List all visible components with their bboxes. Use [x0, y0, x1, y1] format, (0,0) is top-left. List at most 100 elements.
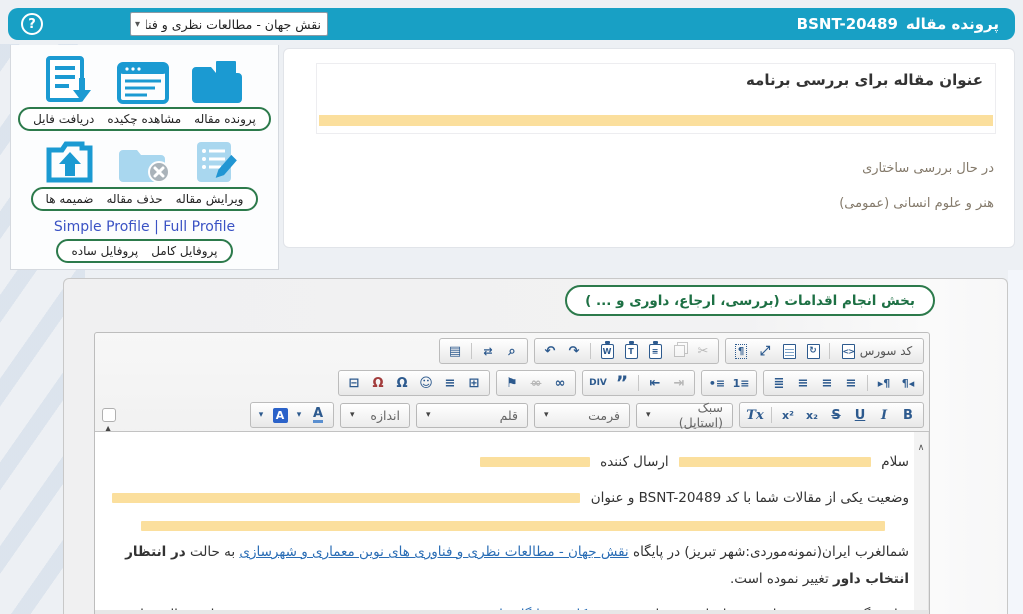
- delete-article-icon[interactable]: [117, 140, 171, 184]
- underline-button[interactable]: U: [849, 405, 871, 425]
- format-dropdown[interactable]: فرمت ▾: [534, 403, 630, 428]
- align-left-button[interactable]: ≡: [840, 373, 862, 393]
- article-title-box: عنوان مقاله برای بررسی برنامه: [316, 63, 996, 134]
- bold-button[interactable]: B: [897, 405, 919, 425]
- action-download-file-label[interactable]: دریافت فایل: [33, 112, 94, 126]
- full-profile-fa-label[interactable]: پروفایل کامل: [151, 244, 217, 258]
- smiley-button[interactable]: ☺: [415, 373, 437, 393]
- login-link[interactable]: به بخش کاربری پایگاه وارد شده: [457, 607, 637, 610]
- show-blocks-button[interactable]: ¶: [730, 341, 752, 361]
- preview-icon: [783, 344, 796, 359]
- action-delete-article-label[interactable]: حذف مقاله: [106, 192, 162, 206]
- source-code-button[interactable]: <> کد سورس: [835, 341, 919, 361]
- link-button[interactable]: ∞: [549, 373, 571, 393]
- article-title: عنوان مقاله برای بررسی برنامه: [317, 64, 995, 96]
- indent-button[interactable]: ⇤: [644, 373, 666, 393]
- actions-panel: پرونده مقاله مشاهده چکیده دریافت فایل وی…: [10, 45, 279, 270]
- bulleted-list-button[interactable]: •≡: [706, 373, 728, 393]
- text-color-button[interactable]: A: [307, 405, 329, 425]
- edit-article-icon[interactable]: [193, 140, 245, 184]
- document-group: ¶ ⤢ ↻ <> کد سورس: [725, 338, 924, 364]
- journal-link[interactable]: نقش جهان - مطالعات نظری و فناوری های نوی…: [239, 544, 628, 560]
- action-attachments-label[interactable]: ضمیمه ها: [46, 192, 94, 206]
- action-view-abstract-label[interactable]: مشاهده چکیده: [107, 112, 181, 126]
- status-bold-reviewer: انتخاب داور: [833, 571, 909, 587]
- editor-checkbox[interactable]: [102, 408, 116, 422]
- anchor-button[interactable]: ⚑: [501, 373, 523, 393]
- status-text-3: به حالت: [190, 544, 235, 560]
- symbol-button[interactable]: Ω: [391, 373, 413, 393]
- followup-text: برای پیگیری وضعیت و یا هر نوع اقدام می ت…: [641, 607, 909, 610]
- replace-button[interactable]: ⇄: [477, 341, 499, 361]
- select-all-button[interactable]: ▤: [444, 341, 466, 361]
- preview-button[interactable]: [778, 341, 800, 361]
- templates-button[interactable]: ↻: [802, 341, 824, 361]
- full-profile-link[interactable]: Full Profile: [163, 219, 235, 235]
- div-container-button[interactable]: DIV: [587, 373, 609, 393]
- direction-rtl-button[interactable]: ¶◂: [897, 373, 919, 393]
- italic-button[interactable]: I: [873, 405, 895, 425]
- simple-profile-link[interactable]: Simple Profile: [54, 219, 150, 235]
- text-color-caret[interactable]: ▾: [293, 405, 305, 425]
- size-dropdown[interactable]: اندازه ▾: [340, 403, 410, 428]
- font-dropdown[interactable]: قلم ▾: [416, 403, 528, 428]
- unlink-button[interactable]: ∞: [525, 373, 547, 393]
- redacted-highlight: [112, 493, 580, 503]
- size-dropdown-label: اندازه: [370, 408, 400, 423]
- table-button[interactable]: ⊞: [463, 373, 485, 393]
- special-char-button[interactable]: Ω: [367, 373, 389, 393]
- numbered-list-button[interactable]: 1≡: [730, 373, 752, 393]
- redacted-highlight-line: [141, 521, 885, 531]
- chevron-down-icon: ▾: [135, 19, 140, 30]
- simple-profile-fa-label[interactable]: پروفایل ساده: [71, 244, 138, 258]
- download-file-icon[interactable]: [45, 56, 95, 104]
- page-break-button[interactable]: ⊟: [343, 373, 365, 393]
- view-abstract-icon[interactable]: [117, 62, 169, 104]
- action-edit-article-label[interactable]: ویرایش مقاله: [176, 192, 244, 206]
- article-status-category: هنر و علوم انسانی (عمومی): [284, 196, 1014, 211]
- outdent-button[interactable]: ⇥: [668, 373, 690, 393]
- remove-format-button[interactable]: Tx: [744, 405, 766, 425]
- special-char-icon: Ω: [372, 376, 383, 391]
- paste-as-text-button[interactable]: T: [620, 341, 642, 361]
- article-file-icon[interactable]: [191, 58, 245, 104]
- copy-button[interactable]: [668, 341, 690, 361]
- toolbar-separator: [471, 343, 472, 359]
- editor-content[interactable]: سلام ارسال کننده وضعیت یکی از مقالات شما…: [95, 431, 929, 610]
- editor-scrollbar[interactable]: ∧: [914, 432, 929, 610]
- action-article-file-label[interactable]: پرونده مقاله: [194, 112, 256, 126]
- strikethrough-button[interactable]: S: [825, 405, 847, 425]
- article-code: BSNT-20489: [797, 15, 898, 33]
- maximize-button[interactable]: ⤢: [754, 341, 776, 361]
- title-tail-text: شمالغرب ایران(نمونه‌موردی:شهر تبریز) در …: [633, 544, 909, 560]
- align-right-button[interactable]: ≡: [792, 373, 814, 393]
- font-dropdown-label: قلم: [500, 408, 518, 423]
- source-code-icon: <>: [842, 344, 855, 359]
- content-line-status: وضعیت یکی از مقالات شما با کد BSNT-20489…: [113, 485, 909, 512]
- scroll-up-icon[interactable]: ∧: [914, 435, 928, 462]
- justify-button[interactable]: ≣: [768, 373, 790, 393]
- background-color-caret[interactable]: ▾: [255, 405, 267, 425]
- content-line-followup: برای پیگیری وضعیت و یا هر نوع اقدام می ت…: [113, 602, 909, 610]
- redo-button[interactable]: ↷: [563, 341, 585, 361]
- help-icon[interactable]: ?: [21, 13, 43, 35]
- cut-button[interactable]: ✂: [692, 341, 714, 361]
- subscript-button[interactable]: x₂: [801, 405, 823, 425]
- style-dropdown[interactable]: سبک (استایل) ▾: [636, 403, 733, 428]
- find-button[interactable]: ⌕: [501, 341, 523, 361]
- copy-icon: [674, 345, 685, 357]
- superscript-button[interactable]: x²: [777, 405, 799, 425]
- horizontal-rule-button[interactable]: ≡: [439, 373, 461, 393]
- attachments-icon[interactable]: [45, 138, 95, 184]
- blockquote-button[interactable]: ”: [611, 373, 633, 393]
- page-title: پرونده مقاله BSNT-20489: [797, 8, 999, 40]
- background-color-icon: A: [273, 408, 288, 423]
- align-center-button[interactable]: ≡: [816, 373, 838, 393]
- profile-pill: پروفایل کامل پروفایل ساده: [56, 239, 232, 263]
- undo-button[interactable]: ↶: [539, 341, 561, 361]
- journal-select[interactable]: نقش جهان - مطالعات نظری و فناوری های نوی…: [130, 12, 328, 36]
- background-color-button[interactable]: A: [269, 405, 291, 425]
- paste-from-word-button[interactable]: W: [596, 341, 618, 361]
- paste-button[interactable]: ≡: [644, 341, 666, 361]
- direction-ltr-button[interactable]: ▸¶: [873, 373, 895, 393]
